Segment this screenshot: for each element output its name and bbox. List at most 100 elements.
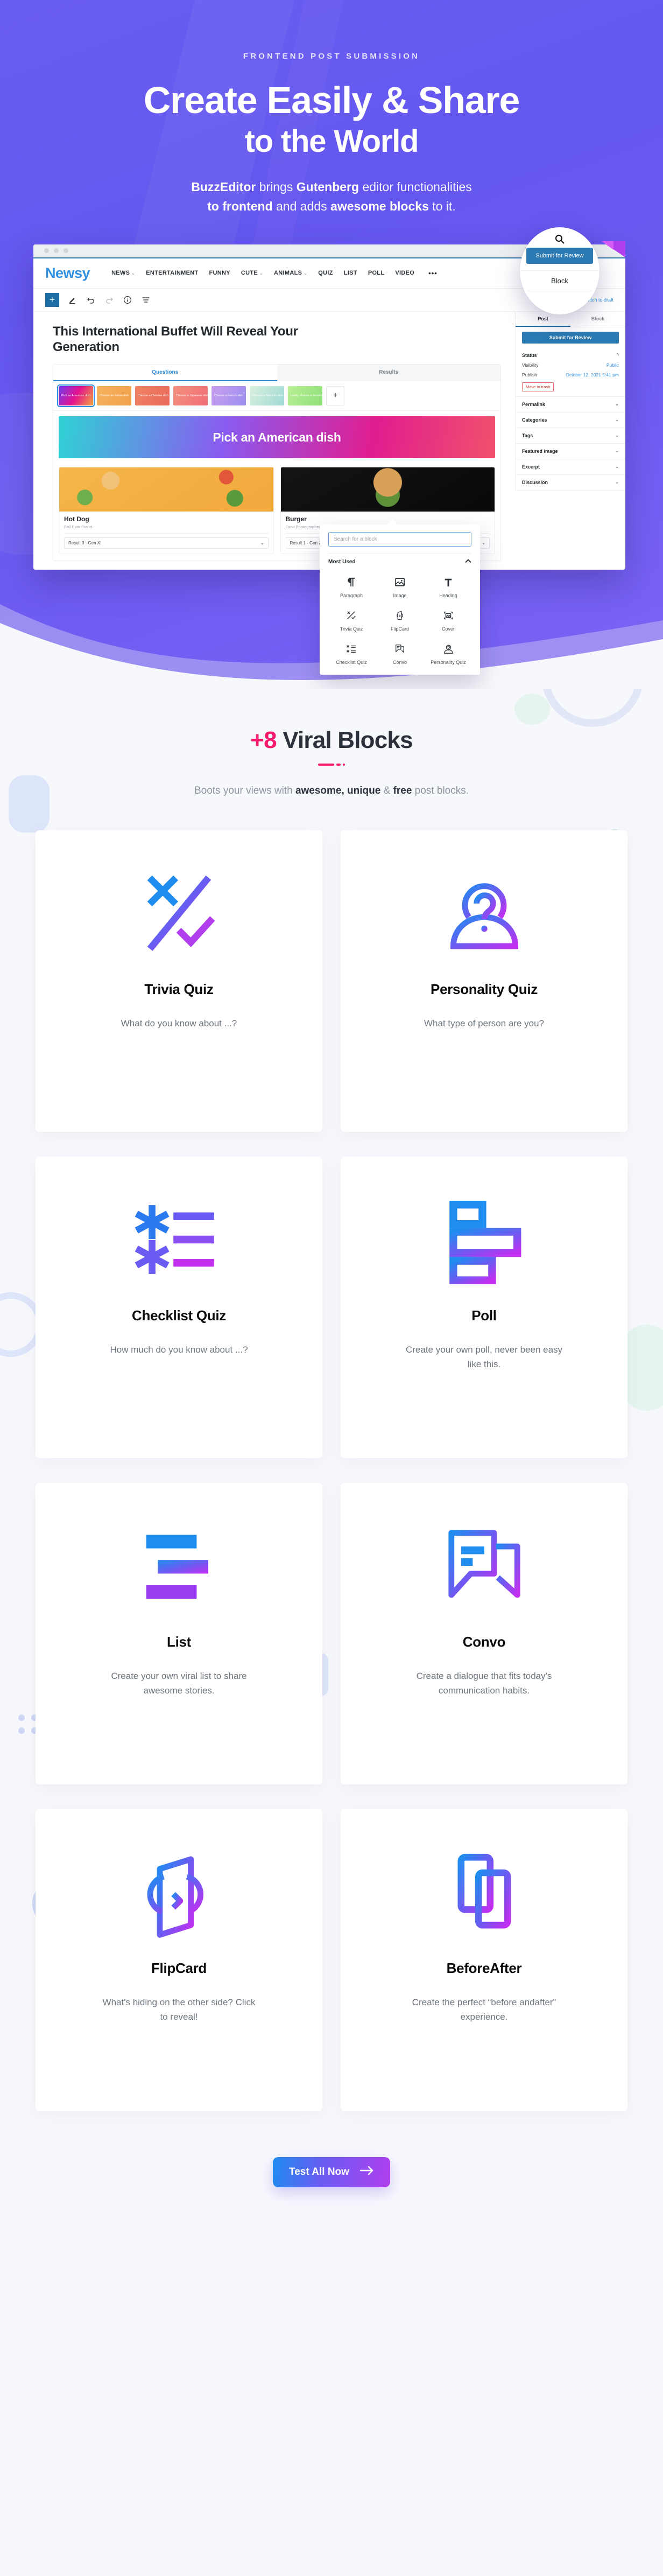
checklist-quiz-icon [328,642,375,655]
subtitle-part-d: free [393,785,412,796]
chevron-down-icon[interactable]: ⌄ [131,271,135,276]
quiz-question-thumbnail[interactable]: Choose a Mexican dish [250,386,284,406]
quiz-question-thumbnail[interactable]: Choose a Chinese dish [135,386,170,406]
status-section-header[interactable]: Status ^ [522,353,619,358]
add-question-button[interactable]: + [326,386,344,406]
inserter-item-label: FlipCard [390,626,409,632]
inserter-item-image[interactable]: Image [377,576,423,598]
block-card-poll[interactable]: Poll Create your own poll, never been ea… [341,1157,627,1458]
move-to-trash-button[interactable]: Move to trash [522,382,554,391]
block-card-convo[interactable]: Convo Create a dialogue that fits today'… [341,1483,627,1784]
quiz-question-thumbnail[interactable]: Choose an Italian dish [97,386,131,406]
sidebar-section-featured-image[interactable]: Featured image ⌄ [516,444,625,459]
nav-item-news[interactable]: NEWS ⌄ [111,270,135,276]
chevron-down-icon[interactable]: ⌄ [615,464,619,469]
block-card-checklist-quiz[interactable]: Checklist Quiz How much do you know abou… [36,1157,322,1458]
block-card-title: BeforeAfter [446,1960,522,1976]
block-card-trivia-quiz[interactable]: Trivia Quiz What do you know about ...? [36,830,322,1132]
redo-icon[interactable] [104,295,114,305]
window-close-dot[interactable] [44,248,49,254]
chevron-up-icon[interactable]: ^ [616,353,619,358]
window-maximize-dot[interactable] [64,248,68,254]
outline-icon[interactable] [141,295,151,305]
nav-item-animals[interactable]: ANIMALS ⌄ [274,270,307,276]
section-header: Permalink ⌄ [522,402,619,407]
nav-item-list[interactable]: LIST [344,270,357,276]
answer-result-select[interactable]: Result 3 - Gen X! ⌄ [64,537,269,549]
chevron-down-icon[interactable]: ⌄ [615,417,619,422]
block-card-description: Create your own viral list to share awes… [111,1671,247,1696]
sidebar-section-permalink[interactable]: Permalink ⌄ [516,397,625,412]
info-icon[interactable] [123,295,132,305]
chevron-down-icon[interactable]: ⌄ [304,271,307,276]
chevron-down-icon[interactable]: ⌄ [615,480,619,485]
sidebar-section-categories[interactable]: Categories ⌄ [516,412,625,428]
submit-for-review-button[interactable]: Submit for Review [522,331,619,344]
answer-title: Hot Dog [64,515,89,523]
post-title[interactable]: This International Buffet Will Reveal Yo… [53,324,354,356]
block-card-flipcard[interactable]: FlipCard What's hiding on the other side… [36,1809,322,2111]
window-minimize-dot[interactable] [54,248,59,254]
search-input[interactable]: Search for a block [328,531,471,547]
sidebar-section-tags[interactable]: Tags ⌄ [516,428,625,444]
chevron-down-icon[interactable]: ⌄ [482,541,485,545]
chevron-down-icon[interactable]: ⌄ [260,541,264,545]
inserter-item-flipcard[interactable]: FlipCard [377,609,423,632]
inserter-item-checklist-quiz[interactable]: Checklist Quiz [328,642,375,665]
nav-item-entertainment[interactable]: ENTERTAINMENT [146,270,198,276]
corner-flag-decoration [602,241,625,265]
magnified-block-tab[interactable]: Block [520,277,599,285]
chevron-down-icon[interactable]: ⌄ [615,402,619,407]
quiz-tabs: Questions Results [53,365,501,382]
block-card-beforeafter[interactable]: BeforeAfter Create the perfect “before a… [341,1809,627,2111]
nav-more-icon[interactable]: ••• [428,269,438,277]
quiz-question-thumbnail[interactable]: Choose a French dish [211,386,246,406]
undo-icon[interactable] [86,295,96,305]
test-all-now-button[interactable]: Test All Now [273,2157,390,2187]
quiz-answer-card[interactable]: Hot Dog Ball Park Brand Result 3 - Gen X… [59,467,274,555]
chevron-down-icon[interactable]: ⌄ [615,433,619,438]
site-logo[interactable]: Newsy [45,265,90,282]
inserter-item-convo[interactable]: Convo [377,642,423,665]
inserter-item-cover[interactable]: Cover [425,609,471,632]
nav-item-video[interactable]: VIDEO [395,270,414,276]
nav-item-poll[interactable]: POLL [368,270,385,276]
quiz-question-thumbnail[interactable]: Lastly, choose a dessert [288,386,322,406]
block-card-title: Poll [471,1307,497,1324]
section-subtitle: Boots your views with awesome, unique & … [0,785,663,797]
quiz-question-thumbnail[interactable]: Pick an American dish [57,384,95,408]
chevron-down-icon[interactable]: ⌄ [259,271,263,276]
inserter-item-trivia-quiz[interactable]: Trivia Quiz [328,609,375,632]
heading-icon [425,576,471,589]
quiz-tab-results[interactable]: Results [277,365,501,381]
chevron-down-icon[interactable]: ⌄ [615,449,619,453]
quiz-tab-questions[interactable]: Questions [53,365,277,382]
publish-value[interactable]: October 12, 2021 5:41 pm [566,372,619,377]
publish-row[interactable]: Publish October 12, 2021 5:41 pm [522,372,619,377]
visibility-value[interactable]: Public [606,362,619,368]
nav-item-funny[interactable]: FUNNY [209,270,230,276]
add-block-button[interactable]: + [45,292,59,307]
answer-body: Hot Dog Ball Park Brand Result 3 - Gen X… [59,512,273,554]
inserter-item-heading[interactable]: Heading [425,576,471,598]
nav-item-cute[interactable]: CUTE ⌄ [241,270,263,276]
sidebar-section-excerpt[interactable]: Excerpt ⌄ [516,459,625,475]
block-card-description: How much do you know about ...? [110,1345,248,1355]
inserter-section-header[interactable]: Most Used [328,559,471,565]
block-card-list[interactable]: List Create your own viral list to share… [36,1483,322,1784]
magnified-submit-button[interactable]: Submit for Review [526,247,593,264]
visibility-row[interactable]: Visibility Public [522,362,619,368]
nav-item-quiz[interactable]: QUIZ [318,270,333,276]
sidebar-section-discussion[interactable]: Discussion ⌄ [516,475,625,491]
quiz-question-thumbnail[interactable]: Choose a Japanese dish [173,386,208,406]
inserter-item-paragraph[interactable]: Paragraph [328,576,375,598]
chevron-up-icon[interactable] [465,558,471,565]
convo-icon [377,642,423,655]
inserter-item-label: Paragraph [340,592,363,598]
inserter-item-personality-quiz[interactable]: Personality Quiz [425,642,471,665]
sidebar-tab-block[interactable]: Block [570,312,625,327]
section-header: Excerpt ⌄ [522,464,619,470]
pencil-icon[interactable] [68,295,77,305]
personality-quiz-icon [436,859,533,967]
block-card-personality-quiz[interactable]: Personality Quiz What type of person are… [341,830,627,1132]
